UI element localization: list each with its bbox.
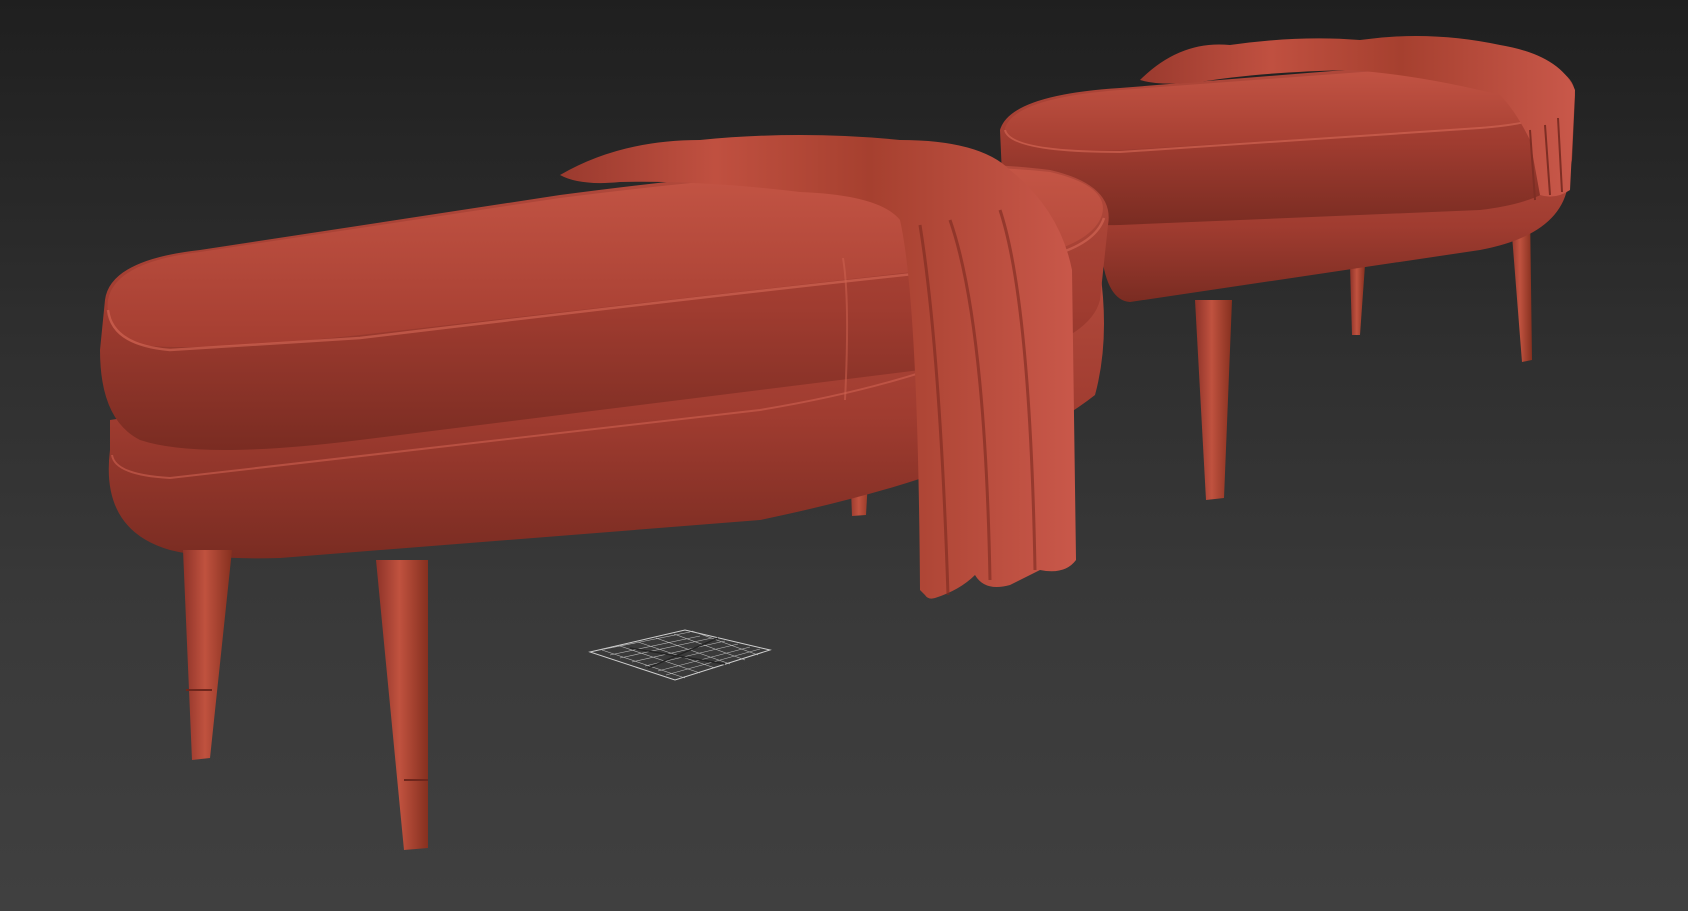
bench-back-leg-rear-left: [1350, 265, 1365, 335]
bench-back-leg-front: [1195, 300, 1232, 500]
bench-front-leg-front-right: [376, 560, 428, 850]
bench-front[interactable]: [100, 135, 1109, 850]
grid-gizmo-icon: [588, 629, 772, 681]
3d-viewport[interactable]: [0, 0, 1688, 911]
bench-front-leg-front-left: [183, 550, 232, 760]
viewport-scene: [100, 36, 1575, 850]
